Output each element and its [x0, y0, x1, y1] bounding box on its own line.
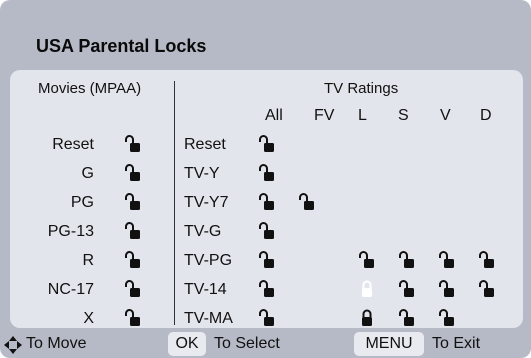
movie-rating-label[interactable]: R [82, 252, 94, 270]
page-title: USA Parental Locks [36, 36, 207, 56]
ok-key[interactable]: OK [168, 332, 206, 356]
movie-rating-label[interactable]: G [82, 165, 94, 183]
select-hint: To Select [214, 335, 280, 352]
four-way-arrow-icon [4, 336, 22, 354]
tv-rating-label[interactable]: Reset [184, 136, 226, 154]
tv-rating-label[interactable]: TV-G [184, 223, 221, 241]
unlocked-icon[interactable] [438, 309, 456, 327]
unlocked-icon[interactable] [124, 280, 142, 298]
tv-column-header: D [480, 107, 492, 124]
tv-column-header: L [358, 107, 367, 124]
unlocked-icon[interactable] [258, 309, 276, 327]
unlocked-icon[interactable] [258, 164, 276, 182]
unlocked-icon[interactable] [258, 135, 276, 153]
footer-bar: To Move OK To Select MENU To Exit [0, 330, 531, 358]
unlocked-icon[interactable] [478, 251, 496, 269]
tv-column-header: FV [314, 107, 335, 124]
unlocked-icon[interactable] [124, 222, 142, 240]
unlocked-icon[interactable] [478, 280, 496, 298]
tv-column-header: All [265, 107, 283, 124]
unlocked-icon[interactable] [258, 193, 276, 211]
ratings-panel: Movies (MPAA) TV Ratings Reset G PG PG-13 R N… [10, 70, 523, 328]
tv-ratings-header: TV Ratings [324, 80, 399, 97]
tv-rating-label[interactable]: TV-Y7 [184, 194, 228, 212]
locked-icon[interactable] [358, 309, 376, 327]
tv-column-header: S [398, 107, 409, 124]
movie-rating-label[interactable]: Reset [52, 136, 94, 154]
tv-rating-label[interactable]: TV-MA [184, 310, 233, 328]
tv-column-header: V [440, 107, 451, 124]
unlocked-icon[interactable] [398, 280, 416, 298]
unlocked-icon[interactable] [124, 251, 142, 269]
movie-rating-label[interactable]: X [83, 310, 94, 328]
menu-key[interactable]: MENU [354, 332, 424, 356]
tv-rating-label[interactable]: TV-Y [184, 165, 220, 183]
unlocked-icon[interactable] [124, 193, 142, 211]
unlocked-icon[interactable] [438, 251, 456, 269]
unlocked-icon[interactable] [124, 164, 142, 182]
exit-hint: To Exit [432, 335, 481, 352]
tv-rating-label[interactable]: TV-14 [184, 281, 227, 299]
movie-rating-label[interactable]: PG [71, 194, 94, 212]
unlocked-icon[interactable] [124, 309, 142, 327]
unlocked-icon[interactable] [398, 309, 416, 327]
unlocked-icon[interactable] [258, 222, 276, 240]
movie-rating-label[interactable]: NC-17 [48, 281, 94, 299]
unlocked-icon[interactable] [298, 193, 316, 211]
move-hint: To Move [26, 335, 87, 352]
tv-rating-label[interactable]: TV-PG [184, 252, 232, 270]
column-divider [174, 81, 175, 325]
unlocked-icon[interactable] [358, 251, 376, 269]
selected-locked-icon[interactable] [358, 280, 376, 298]
parental-locks-screen: USA Parental Locks Movies (MPAA) TV Rati… [0, 0, 531, 358]
movie-rating-label[interactable]: PG-13 [48, 223, 94, 241]
unlocked-icon[interactable] [438, 280, 456, 298]
unlocked-icon[interactable] [258, 251, 276, 269]
unlocked-icon[interactable] [398, 251, 416, 269]
unlocked-icon[interactable] [258, 280, 276, 298]
movies-header: Movies (MPAA) [38, 80, 142, 97]
unlocked-icon[interactable] [124, 135, 142, 153]
